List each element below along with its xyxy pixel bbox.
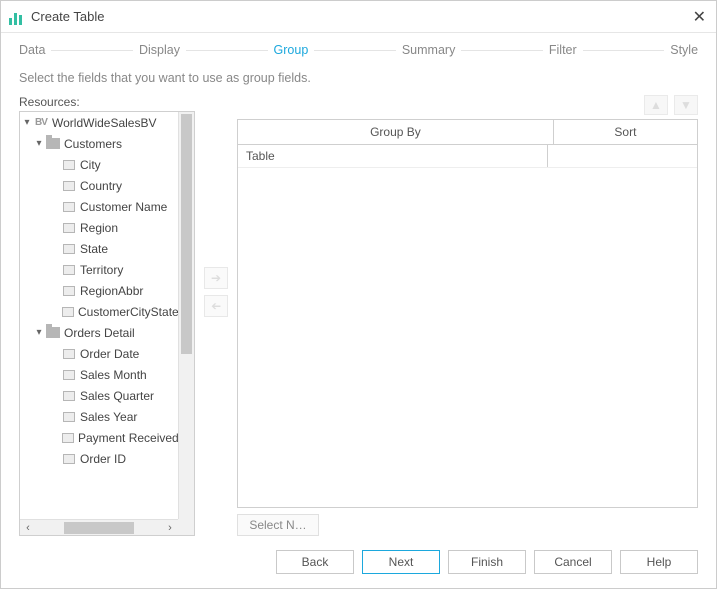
tree-label: Region — [80, 221, 118, 235]
tree-label: Order Date — [80, 347, 139, 361]
column-header-group[interactable]: Group By — [238, 120, 554, 144]
grid-header: Group By Sort — [238, 120, 697, 145]
finish-button[interactable]: Finish — [448, 550, 526, 574]
step-filter[interactable]: Filter — [549, 43, 577, 57]
field-icon — [62, 222, 76, 234]
step-group[interactable]: Group — [274, 43, 309, 57]
resources-label: Resources: — [19, 95, 195, 109]
back-button[interactable]: Back — [276, 550, 354, 574]
field-icon — [62, 264, 76, 276]
horizontal-scrollbar[interactable]: ‹ › — [20, 519, 178, 535]
grid-cell-sort — [548, 145, 697, 167]
resources-tree[interactable]: ▾ BV WorldWideSalesBV ▾ Customers City C… — [19, 111, 195, 536]
tree-field[interactable]: Sales Quarter — [20, 385, 178, 406]
footer: Back Next Finish Cancel Help — [1, 540, 716, 588]
tree-field[interactable]: Region — [20, 217, 178, 238]
folder-icon — [46, 138, 60, 150]
tree-field[interactable]: Sales Year — [20, 406, 178, 427]
tree-label: Territory — [80, 263, 123, 277]
tree-label: Sales Year — [80, 410, 137, 424]
tree-root[interactable]: ▾ BV WorldWideSalesBV — [20, 112, 178, 133]
help-button[interactable]: Help — [620, 550, 698, 574]
add-field-button[interactable]: ➔ — [204, 267, 228, 289]
step-data[interactable]: Data — [19, 43, 45, 57]
move-up-button[interactable]: ▲ — [644, 95, 668, 115]
tree-field[interactable]: Sales Month — [20, 364, 178, 385]
tree-field[interactable]: Country — [20, 175, 178, 196]
field-icon — [62, 159, 76, 171]
scroll-thumb[interactable] — [64, 522, 134, 534]
scroll-thumb[interactable] — [181, 114, 192, 354]
app-logo-icon — [9, 9, 25, 25]
field-icon — [62, 180, 76, 192]
caret-down-icon[interactable]: ▾ — [22, 117, 32, 128]
field-icon — [62, 453, 76, 465]
window-title: Create Table — [31, 9, 104, 24]
field-icon — [62, 369, 76, 381]
next-button[interactable]: Next — [362, 550, 440, 574]
select-n-button[interactable]: Select N… — [237, 514, 319, 536]
tree-label: Sales Quarter — [80, 389, 154, 403]
cancel-button[interactable]: Cancel — [534, 550, 612, 574]
tree-label: Country — [80, 179, 122, 193]
scroll-right-icon[interactable]: › — [162, 522, 178, 534]
tree-label: RegionAbbr — [80, 284, 143, 298]
tree-label: Order ID — [80, 452, 126, 466]
tree-field[interactable]: RegionAbbr — [20, 280, 178, 301]
vertical-scrollbar[interactable] — [178, 112, 194, 519]
tree-folder-customers[interactable]: ▾ Customers — [20, 133, 178, 154]
field-icon — [62, 411, 76, 423]
tree-label: State — [80, 242, 108, 256]
move-down-button[interactable]: ▼ — [674, 95, 698, 115]
tree-label: Sales Month — [80, 368, 147, 382]
caret-down-icon[interactable]: ▾ — [34, 327, 44, 338]
tree-field[interactable]: Customer Name — [20, 196, 178, 217]
step-nav: Data Display Group Summary Filter Style — [1, 33, 716, 57]
step-display[interactable]: Display — [139, 43, 180, 57]
column-header-sort[interactable]: Sort — [554, 120, 697, 144]
arrow-down-icon: ▼ — [680, 98, 692, 112]
tree-folder-orders[interactable]: ▾ Orders Detail — [20, 322, 178, 343]
tree-field[interactable]: City — [20, 154, 178, 175]
tree-label: City — [80, 158, 101, 172]
tree-field[interactable]: Payment Received — [20, 427, 178, 448]
field-icon — [62, 285, 76, 297]
remove-field-button[interactable]: ➔ — [204, 295, 228, 317]
tree-label: Payment Received — [78, 431, 178, 445]
titlebar: Create Table ✕ — [1, 1, 716, 33]
field-icon — [62, 201, 76, 213]
tree-field[interactable]: Order ID — [20, 448, 178, 469]
arrow-left-icon: ➔ — [211, 299, 221, 313]
arrow-up-icon: ▲ — [650, 98, 662, 112]
scroll-left-icon[interactable]: ‹ — [20, 522, 36, 534]
close-icon[interactable]: ✕ — [693, 7, 706, 27]
grid-row[interactable]: Table — [238, 145, 697, 168]
tree-label: Orders Detail — [64, 326, 135, 340]
tree-label: Customers — [64, 137, 122, 151]
step-summary[interactable]: Summary — [402, 43, 455, 57]
tree-field[interactable]: Order Date — [20, 343, 178, 364]
tree-field[interactable]: Territory — [20, 259, 178, 280]
arrow-right-icon: ➔ — [211, 271, 221, 285]
tree-label: Customer Name — [80, 200, 167, 214]
group-grid[interactable]: Group By Sort Table — [237, 119, 698, 508]
tree-field[interactable]: CustomerCityStateZ — [20, 301, 178, 322]
field-icon — [62, 348, 76, 360]
grid-cell-group: Table — [238, 145, 548, 167]
caret-down-icon[interactable]: ▾ — [34, 138, 44, 149]
bv-icon: BV — [34, 117, 48, 129]
tree-label: CustomerCityStateZ — [78, 305, 178, 319]
tree-label: WorldWideSalesBV — [52, 116, 156, 130]
field-icon — [62, 432, 74, 444]
step-style[interactable]: Style — [670, 43, 698, 57]
tree-field[interactable]: State — [20, 238, 178, 259]
folder-icon — [46, 327, 60, 339]
field-icon — [62, 243, 76, 255]
step-instruction: Select the fields that you want to use a… — [1, 57, 716, 95]
field-icon — [62, 306, 74, 318]
field-icon — [62, 390, 76, 402]
